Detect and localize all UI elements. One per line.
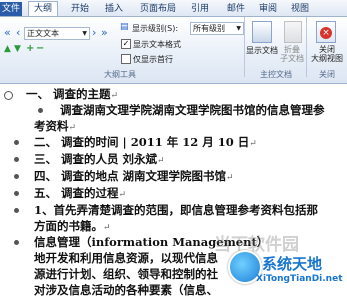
show-level-label: 显示级别(S): [132,24,179,33]
show-level-value: 所有级别 [193,24,225,33]
promote-icon[interactable]: ‹ [16,26,20,39]
outline-bullet[interactable] [14,208,19,213]
collapse-subdocuments-icon [284,21,302,43]
outline-text-line: 源进行计划、组织、领导和控制的社 [34,267,218,281]
chevron-down-icon: ▼ [82,30,87,37]
outline-bullet[interactable] [38,108,43,113]
ghost-watermark: 当下软件园 [214,235,299,255]
tab-file[interactable]: 文件 [0,2,22,16]
tab-home[interactable]: 开始 [66,2,94,16]
outline-heading-5: 五、 调查的过程↵ [34,186,127,200]
outline-level-value: 正文文本 [27,29,59,38]
outline-bullet[interactable] [14,240,19,245]
outline-level-icon: ▤ [120,22,129,32]
show-text-format-checkbox[interactable]: ✓ [121,39,131,49]
outline-text-line: 方面的书籍。↵ [34,219,111,233]
outline-heading-1: 一、 调查的主题↵ [26,87,119,101]
show-level-dropdown[interactable]: 所有级别 ▼ [190,22,244,35]
outline-level-dropdown[interactable]: 正文文本 ▼ [24,27,90,40]
first-line-only-checkbox[interactable] [121,54,131,64]
tab-mailings[interactable]: 邮件 [222,2,250,16]
outline-bullet[interactable] [14,140,19,145]
move-down-icon[interactable]: ▼ [14,44,21,54]
outline-text-line: 1、首先弄清楚调查的范围，即信息管理参考资料包括那 [34,203,318,217]
tab-review[interactable]: 审阅 [254,2,282,16]
outline-bullet[interactable] [14,174,19,179]
collapse-subdocuments-button[interactable]: 折叠 子文档 [278,45,306,63]
demote-icon[interactable]: › [92,26,96,39]
close-outline-icon[interactable]: × [316,21,336,43]
site-url-watermark: XiTongTianDi.net [256,274,343,284]
group-label-master-document: 主控文档 [260,70,292,79]
close-icon: × [320,27,332,39]
group-separator [244,17,245,77]
expand-icon[interactable]: + [26,43,34,54]
chevron-down-icon: ▼ [236,25,241,32]
tab-outline[interactable]: 大纲 [28,1,58,16]
line-text: 方面的书籍。 [34,219,103,233]
outline-expand-symbol[interactable] [4,91,13,100]
site-name-watermark: 系统天地 [262,255,323,273]
promote-to-heading-icon[interactable]: « [4,26,11,39]
ribbon-panel: « ‹ 正文文本 ▼ › » ▲ ▼ + − ▤ 显示级别(S): 所有级别 ▼… [0,17,347,84]
outline-heading-2: 二、 调查的时间 | 2011 年 12 月 10 日↵ [34,135,257,149]
demote-to-body-icon[interactable]: » [101,26,108,39]
show-document-button[interactable]: 显示文档 [246,45,278,56]
show-document-icon[interactable] [252,21,272,43]
line-text: 五、 调查的过程 [34,186,119,200]
group-separator [306,17,307,77]
line-text: 二、 调查的时间 | 2011 年 12 月 10 日 [34,135,250,149]
outline-bullet[interactable] [14,157,19,162]
outline-text-line: 地开发和利用信息资源，以现代信息 [34,251,218,265]
tab-references[interactable]: 引用 [186,2,214,16]
group-label-outline-tools: 大纲工具 [104,70,136,79]
outline-heading-4: 四、 调查的地点 湖南文理学院图书馆↵ [34,169,234,183]
tab-insert[interactable]: 插入 [100,2,128,16]
ribbon-tab-bar: 文件 大纲 开始 插入 页面布局 引用 邮件 审阅 视图 [0,0,347,17]
group-label-close: 关闭 [319,70,335,79]
tab-page-layout[interactable]: 页面布局 [136,2,180,16]
outline-text-line: 考资料↵ [34,119,77,133]
close-outline-view-button[interactable]: 关闭 大纲视图 [308,45,346,63]
show-text-format-label: 显示文本格式 [133,40,181,49]
line-text: 四、 调查的地点 湖南文理学院图书馆 [34,169,227,183]
line-text: 一、 调查的主题 [26,87,111,101]
outline-heading-3: 三、 调查的人员 刘永斌↵ [34,152,165,166]
collapse-icon[interactable]: − [36,43,44,54]
tab-view[interactable]: 视图 [286,2,314,16]
line-text: 考资料 [34,119,69,133]
line-text: 三、 调查的人员 刘永斌 [34,152,158,166]
first-line-only-label: 仅显示首行 [133,55,173,64]
outline-text-line: 调查湖南文理学院湖南文理学院图书馆的信息管理参 [60,103,325,117]
move-up-icon[interactable]: ▲ [4,44,11,54]
outline-bullet[interactable] [14,191,19,196]
outline-text-line: 对涉及信息活动的各种要素（信息、 [34,283,218,297]
